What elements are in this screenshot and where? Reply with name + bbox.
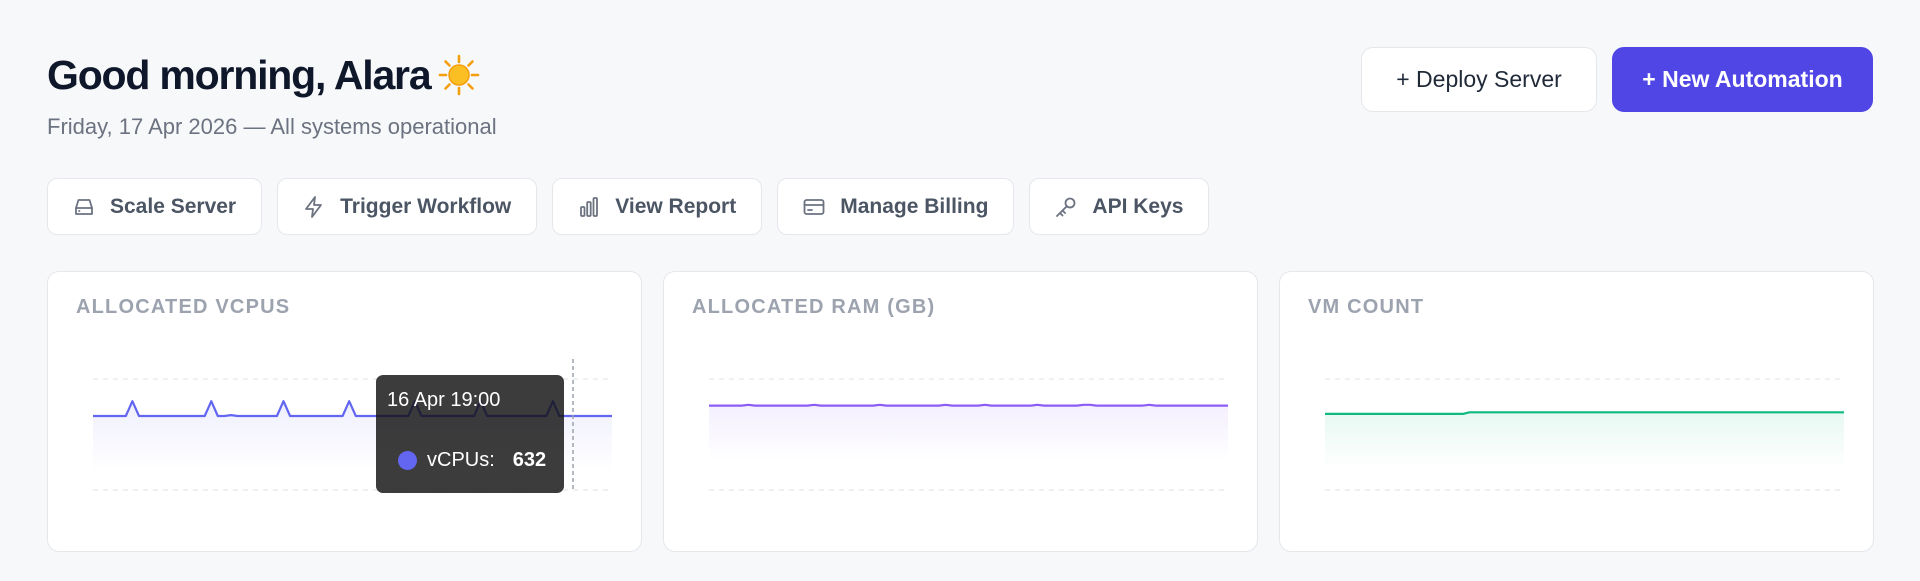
tooltip-row: vCPUs: 632	[398, 449, 546, 472]
bar-chart-icon	[580, 196, 599, 217]
status-subtitle: Friday, 17 Apr 2026 — All systems operat…	[47, 114, 497, 139]
deploy-server-button[interactable]: + Deploy Server	[1361, 47, 1597, 112]
api-keys-label: API Keys	[1092, 194, 1184, 218]
quick-actions: Scale Server Trigger Workflow View Repor…	[47, 178, 1210, 235]
manage-billing-button[interactable]: Manage Billing	[777, 178, 1015, 235]
api-keys-button[interactable]: API Keys	[1029, 178, 1210, 235]
new-automation-button[interactable]: + New Automation	[1612, 47, 1873, 112]
trigger-workflow-label: Trigger Workflow	[340, 194, 512, 218]
page-header: Good morning, Alara Friday, 17 Apr 2026 …	[47, 50, 497, 140]
manage-billing-label: Manage Billing	[840, 194, 989, 218]
credit-card-icon	[803, 198, 825, 215]
top-actions: + Deploy Server + New Automation	[1361, 47, 1873, 112]
view-report-label: View Report	[615, 194, 737, 218]
greeting-heading: Good morning, Alara	[47, 50, 497, 100]
sun-icon	[438, 54, 480, 96]
key-icon	[1056, 197, 1076, 217]
vm-count-area	[1325, 412, 1844, 469]
ram-series-line	[709, 403, 1228, 407]
scale-server-label: Scale Server	[110, 194, 237, 218]
view-report-button[interactable]: View Report	[552, 178, 763, 235]
series-dot	[398, 451, 417, 470]
trigger-workflow-button[interactable]: Trigger Workflow	[277, 178, 538, 235]
ram-chart[interactable]	[664, 272, 1259, 553]
vcpu-card: ALLOCATED VCPUS 16 Apr 19:00 vCPUs: 632	[47, 271, 642, 552]
tooltip-time: 16 Apr 19:00	[387, 389, 501, 411]
scale-server-button[interactable]: Scale Server	[47, 178, 263, 235]
ram-card: ALLOCATED RAM (GB)	[663, 271, 1258, 552]
lightning-icon	[305, 195, 323, 218]
metric-cards: ALLOCATED VCPUS 16 Apr 19:00 vCPUs: 632 …	[47, 271, 1874, 552]
chart-tooltip: 16 Apr 19:00 vCPUs: 632	[376, 375, 564, 493]
greeting-text: Good morning, Alara	[47, 52, 432, 98]
ram-area	[709, 404, 1228, 461]
tooltip-series: vCPUs:	[427, 449, 495, 471]
vm-count-card: VM COUNT	[1279, 271, 1874, 552]
tooltip-value: 632	[512, 449, 547, 471]
vm-count-chart[interactable]	[1280, 272, 1875, 553]
server-icon	[75, 198, 93, 215]
